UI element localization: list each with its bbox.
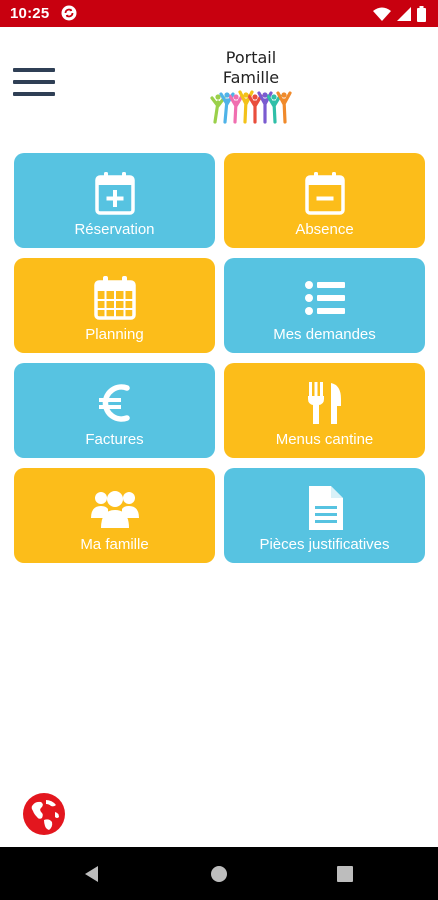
logo-line-2: Famille <box>222 68 280 87</box>
globe-icon[interactable] <box>22 792 66 836</box>
tile-label: Absence <box>295 221 354 238</box>
status-bar: 10:25 <box>0 0 438 27</box>
fork-knife-icon <box>307 382 341 424</box>
calendar-grid-icon <box>93 276 136 320</box>
euro-icon <box>98 384 130 422</box>
tile-label: Menus cantine <box>275 431 374 448</box>
tile-label: Planning <box>85 326 144 343</box>
people-logo-icon <box>210 90 292 124</box>
android-nav-bar <box>0 847 438 900</box>
logo-line-1: Portail <box>225 48 277 67</box>
tile-label: Ma famille <box>80 536 149 553</box>
tile-label: Mes demandes <box>273 326 376 343</box>
portail-famille-logo: Portail Famille <box>205 48 297 128</box>
tile-label: Pièces justificatives <box>259 536 390 553</box>
tile-menus-cantine[interactable]: Menus cantine <box>224 363 425 458</box>
sync-icon <box>61 5 77 21</box>
menu-icon-bar <box>13 68 55 72</box>
tile-planning[interactable]: Planning <box>14 258 215 353</box>
signal-icon <box>397 6 411 21</box>
calendar-minus-icon <box>304 172 345 215</box>
tile-reservation[interactable]: Réservation <box>14 153 215 248</box>
menu-icon-bar <box>13 80 55 84</box>
menu-icon-bar <box>13 92 55 96</box>
back-icon[interactable] <box>82 864 102 884</box>
tile-ma-famille[interactable]: Ma famille <box>14 468 215 563</box>
home-icon[interactable] <box>209 864 229 884</box>
document-icon <box>308 486 343 530</box>
status-time: 10:25 <box>10 5 50 22</box>
recents-icon[interactable] <box>335 864 355 884</box>
tile-pieces-justificatives[interactable]: Pièces justificatives <box>224 468 425 563</box>
tile-mes-demandes[interactable]: Mes demandes <box>224 258 425 353</box>
tile-label: Factures <box>85 431 144 448</box>
menu-button[interactable] <box>13 68 55 98</box>
tile-factures[interactable]: Factures <box>14 363 215 458</box>
list-icon <box>304 281 345 315</box>
calendar-plus-icon <box>94 172 135 215</box>
family-icon <box>90 491 139 528</box>
tile-label: Réservation <box>74 221 155 238</box>
tile-absence[interactable]: Absence <box>224 153 425 248</box>
battery-icon <box>417 5 426 22</box>
wifi-icon <box>373 7 391 21</box>
status-icons <box>373 5 426 22</box>
